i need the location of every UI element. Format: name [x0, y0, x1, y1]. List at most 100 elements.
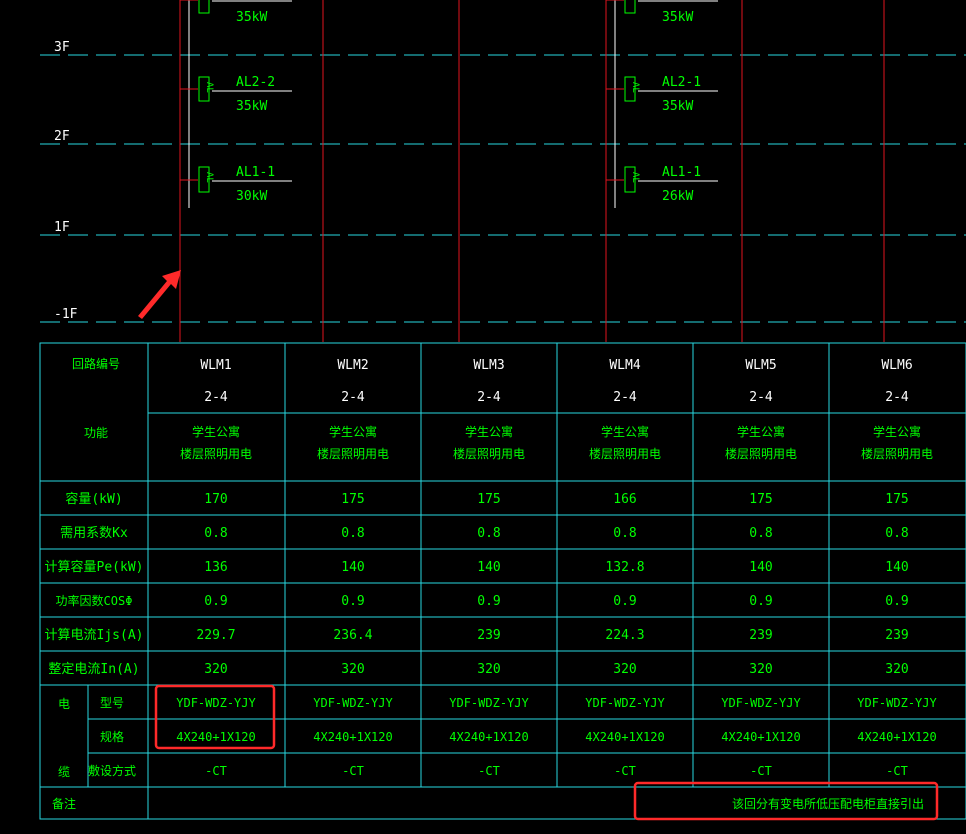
- cable-lay: -CT: [478, 764, 500, 778]
- value-cell: 0.8: [341, 526, 364, 541]
- value-cell: 140: [749, 560, 772, 575]
- value-cell: 0.9: [749, 594, 772, 609]
- value-cell: 229.7: [196, 628, 235, 643]
- circuit-sub: 2-4: [204, 390, 228, 405]
- value-cell: 132.8: [605, 560, 644, 575]
- floor-lines: [40, 54, 966, 323]
- panel-name: AL2-2: [236, 75, 275, 90]
- cable-row-spec-label: 规格: [100, 729, 124, 744]
- panel-al2-2[interactable]: AL AL2-2 35kW: [180, 75, 292, 114]
- value-cell: 0.9: [613, 594, 636, 609]
- value-cell: 320: [477, 662, 500, 677]
- circuit-code: WLM1: [200, 358, 231, 373]
- value-cell: 320: [613, 662, 636, 677]
- panel-load: 30kW: [236, 189, 267, 204]
- value-cell: 320: [341, 662, 364, 677]
- cable-row-model-label: 型号: [100, 696, 124, 710]
- cable-row-lay-label: 敷设方式: [88, 763, 136, 778]
- row-label-cos: 功率因数COSΦ: [56, 593, 133, 608]
- value-cell: 0.9: [341, 594, 364, 609]
- row-label-capacity: 容量(kW): [65, 491, 122, 507]
- cable-lay: -CT: [886, 764, 908, 778]
- riser-group-1: 35kW AL AL2-2 35kW AL AL1-1 30kW: [180, 0, 292, 208]
- function-line-2: 楼层照明用电: [317, 446, 389, 461]
- floor-label-3f: 3F: [54, 40, 70, 55]
- value-cell: 175: [885, 492, 908, 507]
- value-cell: 236.4: [333, 628, 372, 643]
- circuit-sub: 2-4: [477, 390, 501, 405]
- red-arrow-icon: [138, 270, 181, 319]
- value-cell: 0.8: [885, 526, 908, 541]
- cable-lay: -CT: [750, 764, 772, 778]
- value-cell: 320: [749, 662, 772, 677]
- row-label-in: 整定电流In(A): [48, 662, 139, 677]
- cable-spec: 4X240+1X120: [585, 730, 664, 744]
- riser-group-2: 35kW AL AL2-1 35kW AL AL1-1 26kW: [606, 0, 718, 208]
- function-line-2: 楼层照明用电: [725, 446, 797, 461]
- value-cell: 170: [204, 492, 227, 507]
- value-cell: 140: [477, 560, 500, 575]
- panel-al3-1[interactable]: 35kW: [606, 0, 718, 25]
- panel-name: AL2-1: [662, 75, 701, 90]
- panel-al1-1[interactable]: AL AL1-1 30kW: [180, 165, 292, 204]
- function-line-2: 楼层照明用电: [861, 446, 933, 461]
- panel-al3-2[interactable]: 35kW: [180, 0, 292, 25]
- value-cell: 136: [204, 560, 227, 575]
- value-cell: 0.9: [477, 594, 500, 609]
- panel-load: 35kW: [662, 10, 693, 25]
- cable-model: YDF-WDZ-YJY: [857, 696, 937, 710]
- cable-model: YDF-WDZ-YJY: [721, 696, 801, 710]
- circuit-sub: 2-4: [885, 390, 909, 405]
- value-cell: 0.8: [749, 526, 772, 541]
- cable-spec: 4X240+1X120: [313, 730, 392, 744]
- cable-group-char-2: 缆: [58, 765, 70, 779]
- function-line-1: 学生公寓: [737, 424, 785, 439]
- panel-al2-1[interactable]: AL AL2-1 35kW: [606, 75, 718, 114]
- function-line-1: 学生公寓: [465, 424, 513, 439]
- circuit-code: WLM6: [881, 358, 912, 373]
- function-line-2: 楼层照明用电: [589, 446, 661, 461]
- circuit-sub: 2-4: [613, 390, 637, 405]
- row-label-kx: 需用系数Kx: [60, 526, 128, 541]
- circuit-table: 回路编号 功能 容量(kW) 需用系数Kx 计算容量Pe(kW) 功率因数COS…: [39, 342, 966, 821]
- cable-lay: -CT: [205, 764, 227, 778]
- panel-load: 26kW: [662, 189, 693, 204]
- cad-drawing-canvas: 3F 2F 1F -1F 35kW AL AL2-2 35kW AL AL1-1…: [39, 0, 966, 821]
- cable-model: YDF-WDZ-YJY: [313, 696, 393, 710]
- circuit-sub: 2-4: [341, 390, 365, 405]
- floor-label-b1: -1F: [54, 307, 78, 322]
- function-line-1: 学生公寓: [601, 424, 649, 439]
- cable-model: YDF-WDZ-YJY: [585, 696, 665, 710]
- header-function-label: 功能: [84, 426, 108, 440]
- circuit-code: WLM2: [337, 358, 368, 373]
- floor-label-1f: 1F: [54, 220, 70, 235]
- value-cell: 175: [341, 492, 364, 507]
- value-cell: 0.8: [204, 526, 227, 541]
- cable-lay: -CT: [614, 764, 636, 778]
- value-cell: 0.8: [613, 526, 636, 541]
- remark-label: 备注: [52, 796, 76, 811]
- cable-spec: 4X240+1X120: [721, 730, 800, 744]
- panel-al1-1b[interactable]: AL AL1-1 26kW: [606, 165, 718, 204]
- circuit-sub: 2-4: [749, 390, 773, 405]
- value-cell: 224.3: [605, 628, 644, 643]
- value-cell: 166: [613, 492, 636, 507]
- value-cell: 320: [885, 662, 908, 677]
- value-cell: 0.9: [204, 594, 227, 609]
- value-cell: 0.8: [477, 526, 500, 541]
- value-cell: 239: [749, 628, 772, 643]
- cable-spec: 4X240+1X120: [176, 730, 255, 744]
- function-line-2: 楼层照明用电: [453, 446, 525, 461]
- panel-box: [624, 0, 636, 14]
- function-line-1: 学生公寓: [873, 424, 921, 439]
- header-circuit-label: 回路编号: [72, 356, 120, 371]
- value-cell: 175: [749, 492, 772, 507]
- value-cell: 0.9: [885, 594, 908, 609]
- cable-model: YDF-WDZ-YJY: [176, 696, 256, 710]
- circuit-code: WLM4: [609, 358, 640, 373]
- panel-name: AL1-1: [662, 165, 701, 180]
- panel-load: 35kW: [662, 99, 693, 114]
- cable-spec: 4X240+1X120: [857, 730, 936, 744]
- panel-load: 35kW: [236, 99, 267, 114]
- value-cell: 175: [477, 492, 500, 507]
